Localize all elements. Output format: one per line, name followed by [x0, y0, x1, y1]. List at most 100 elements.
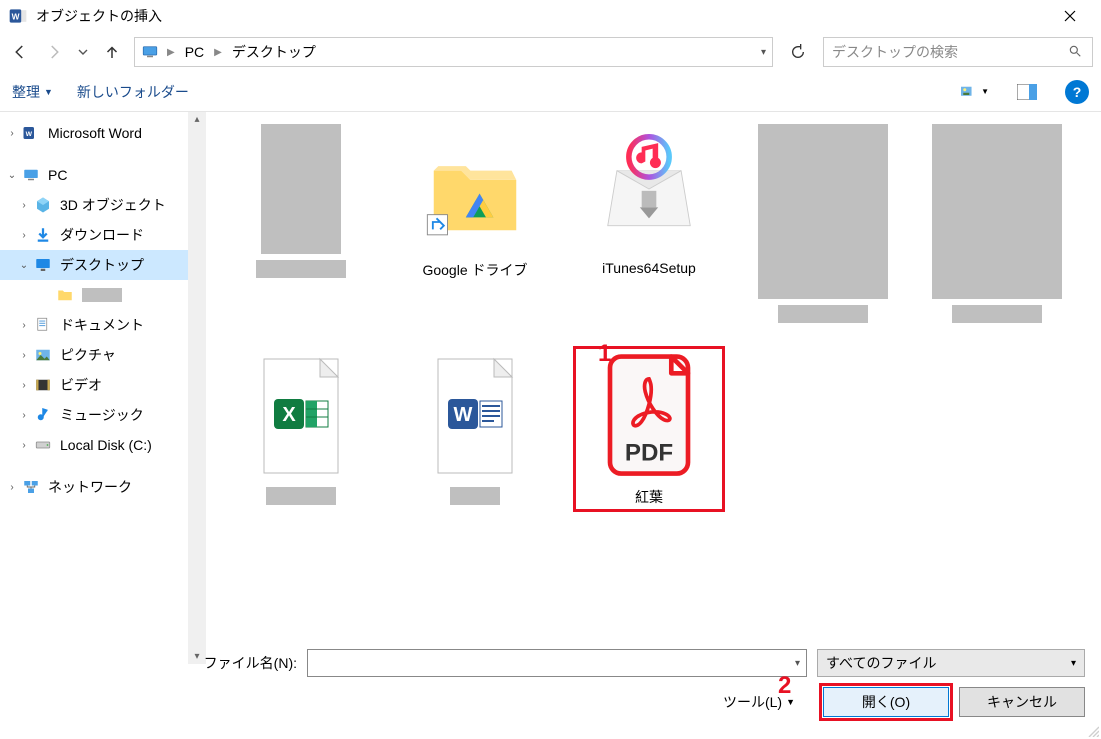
chevron-right-icon[interactable]: › [18, 230, 30, 241]
videos-icon [34, 376, 52, 394]
pictures-icon [34, 346, 52, 364]
tree-label: ピクチャ [60, 345, 116, 365]
tree-downloads[interactable]: › ダウンロード [0, 220, 188, 250]
file-item-redacted-2[interactable] [748, 120, 898, 327]
sidebar-scrollbar[interactable]: ▴ ▾ [188, 112, 206, 664]
tree-label: ドキュメント [60, 315, 144, 335]
chevron-down-icon[interactable]: ▾ [795, 658, 800, 669]
folder-icon [410, 124, 540, 254]
breadcrumb-desktop[interactable]: デスクトップ [230, 40, 318, 64]
close-button[interactable] [1047, 0, 1093, 32]
svg-text:W: W [12, 11, 20, 21]
chevron-right-icon: ▶ [165, 47, 177, 58]
toolbar: 整理 ▼ 新しいフォルダー ▼ ? [0, 72, 1101, 112]
tree-music[interactable]: › ミュージック [0, 400, 188, 430]
scroll-up-icon[interactable]: ▴ [194, 114, 199, 125]
search-icon [1068, 44, 1084, 60]
tree-label: 3D オブジェクト [60, 195, 166, 215]
tree-hidden-folder[interactable] [0, 280, 188, 310]
chevron-down-icon[interactable]: ⌄ [6, 170, 18, 181]
chevron-right-icon[interactable]: › [18, 410, 30, 421]
chevron-down-icon[interactable]: ⌄ [18, 260, 30, 271]
excel-file-icon: X [236, 351, 366, 481]
chevron-down-icon: ▼ [981, 87, 989, 96]
help-button[interactable]: ? [1065, 80, 1089, 104]
word-icon: W [22, 124, 40, 142]
organize-button[interactable]: 整理 ▼ [12, 82, 53, 102]
pdf-file-icon: PDF [584, 351, 714, 481]
redacted-label [82, 288, 122, 302]
filename-input[interactable]: ▾ [307, 649, 807, 677]
desktop-icon [34, 256, 52, 274]
up-button[interactable] [100, 40, 124, 64]
file-item-redacted-3[interactable] [922, 120, 1072, 327]
open-button[interactable]: 開く(O) [823, 687, 949, 717]
chevron-right-icon[interactable]: › [18, 440, 30, 451]
preview-pane-button[interactable] [1013, 80, 1041, 104]
back-button[interactable] [8, 40, 32, 64]
tree-videos[interactable]: › ビデオ [0, 370, 188, 400]
tree-label: ダウンロード [60, 225, 144, 245]
pc-icon [141, 43, 159, 61]
word-app-icon: W [8, 6, 28, 26]
drive-icon [34, 436, 52, 454]
forward-button[interactable] [42, 40, 66, 64]
file-item-excel[interactable]: X [226, 347, 376, 511]
file-item-redacted-1[interactable] [226, 120, 376, 327]
tree-local-disk[interactable]: › Local Disk (C:) [0, 430, 188, 460]
chevron-right-icon[interactable]: › [6, 128, 18, 139]
tree-network[interactable]: › ネットワーク [0, 472, 188, 502]
title-bar: W オブジェクトの挿入 [0, 0, 1101, 32]
redacted-label [778, 305, 868, 323]
address-bar[interactable]: ▶ PC ▶ デスクトップ ▾ [134, 37, 773, 67]
cancel-button[interactable]: キャンセル [959, 687, 1085, 717]
installer-icon [584, 124, 714, 254]
tree-pc[interactable]: ⌄ PC [0, 160, 188, 190]
tree-desktop[interactable]: ⌄ デスクトップ [0, 250, 188, 280]
file-item-itunes[interactable]: iTunes64Setup [574, 120, 724, 327]
file-item-pdf[interactable]: PDF 紅葉 [574, 347, 724, 511]
chevron-down-icon: ▼ [44, 87, 53, 97]
view-mode-button[interactable]: ▼ [961, 80, 989, 104]
new-folder-button[interactable]: 新しいフォルダー [77, 82, 189, 102]
chevron-right-icon[interactable]: › [18, 350, 30, 361]
file-label: Google ドライブ [422, 260, 527, 280]
chevron-right-icon[interactable]: › [6, 482, 18, 493]
word-file-icon: W [410, 351, 540, 481]
file-type-filter[interactable]: すべてのファイル ▾ [817, 649, 1085, 677]
search-box[interactable]: デスクトップの検索 [823, 37, 1093, 67]
tree-label: ミュージック [60, 405, 144, 425]
svg-text:PDF: PDF [625, 440, 673, 467]
file-item-google-drive[interactable]: Google ドライブ [400, 120, 550, 327]
pc-icon [22, 166, 40, 184]
file-list: Google ドライブ iTunes64Setup [206, 112, 1101, 664]
chevron-right-icon[interactable]: › [18, 380, 30, 391]
music-icon [34, 406, 52, 424]
resize-grip-icon[interactable] [1085, 723, 1099, 737]
file-thumbnail [932, 124, 1062, 299]
tree-label: PC [48, 167, 67, 183]
refresh-button[interactable] [783, 37, 813, 67]
file-item-word[interactable]: W [400, 347, 550, 511]
annotation-1: 1 [598, 340, 611, 368]
tree-word[interactable]: › W Microsoft Word [0, 118, 188, 148]
chevron-right-icon[interactable]: › [18, 320, 30, 331]
filter-label: すべてのファイル [826, 653, 936, 673]
tree-3d-objects[interactable]: › 3D オブジェクト [0, 190, 188, 220]
tree-pictures[interactable]: › ピクチャ [0, 340, 188, 370]
objects-3d-icon [34, 196, 52, 214]
chevron-right-icon[interactable]: › [18, 200, 30, 211]
file-label: iTunes64Setup [602, 260, 696, 280]
recent-dropdown[interactable] [76, 40, 90, 64]
documents-icon [34, 316, 52, 334]
tree-documents[interactable]: › ドキュメント [0, 310, 188, 340]
breadcrumb-pc[interactable]: PC [183, 42, 206, 62]
navigation-sidebar: › W Microsoft Word ⌄ PC › 3D オブジェクト › ダウ… [0, 112, 206, 664]
address-dropdown-icon[interactable]: ▾ [761, 47, 766, 58]
open-label: 開く(O) [862, 694, 910, 710]
file-label: 紅葉 [635, 487, 663, 507]
filename-label: ファイル名(N): [204, 653, 297, 673]
cancel-label: キャンセル [987, 694, 1057, 710]
redacted-label [256, 260, 346, 278]
window-title: オブジェクトの挿入 [36, 6, 1047, 26]
